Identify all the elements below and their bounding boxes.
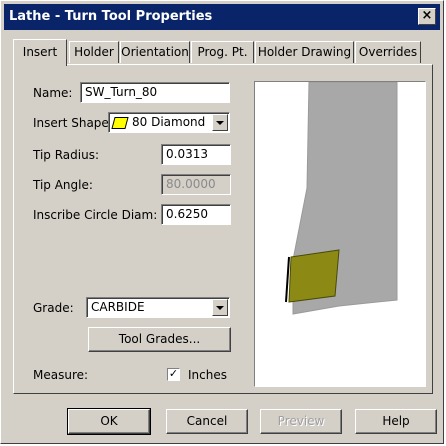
tip-radius-label: Tip Radius: — [33, 148, 100, 162]
inches-label: Inches — [188, 368, 227, 382]
chevron-down-icon[interactable] — [212, 299, 228, 316]
grade-label: Grade: — [33, 301, 74, 315]
name-label: Name: — [33, 86, 73, 100]
tip-angle-field: 80.0000 — [161, 174, 231, 195]
tab-prog-pt[interactable]: Prog. Pt. — [191, 41, 254, 63]
tab-insert[interactable]: Insert — [13, 39, 67, 66]
insert-shape-value: 80 Diamond — [132, 115, 206, 129]
tool-preview-drawing — [285, 81, 398, 315]
title-bar[interactable]: Lathe - Turn Tool Properties × — [4, 4, 440, 30]
diamond-swatch-icon — [111, 116, 129, 129]
insert-shape-label: Insert Shape: — [33, 116, 113, 130]
cancel-button[interactable]: Cancel — [166, 409, 248, 434]
tab-holder-drawing[interactable]: Holder Drawing — [255, 41, 354, 63]
close-button[interactable]: × — [418, 8, 436, 25]
window-title: Lathe - Turn Tool Properties — [9, 9, 213, 24]
tip-radius-field[interactable]: 0.0313 — [161, 144, 231, 165]
insert-panel: Name: SW_Turn_80 Insert Shape: 80 Diamon… — [13, 64, 433, 394]
tool-grades-button[interactable]: Tool Grades... — [88, 327, 231, 352]
inscribe-circle-field[interactable]: 0.6250 — [161, 204, 231, 225]
tab-orientation[interactable]: Orientation — [120, 41, 190, 63]
grade-dropdown[interactable]: CARBIDE — [86, 297, 230, 318]
preview-button: Preview — [260, 409, 342, 434]
help-button[interactable]: Help — [355, 409, 437, 434]
insert-edge — [285, 256, 290, 303]
chevron-down-icon[interactable] — [212, 114, 228, 131]
tab-holder[interactable]: Holder — [69, 41, 119, 63]
insert-shape — [288, 249, 340, 303]
tip-angle-label: Tip Angle: — [33, 178, 93, 192]
insert-shape-dropdown[interactable]: 80 Diamond — [108, 112, 230, 133]
dialog-window: Lathe - Turn Tool Properties × Insert Ho… — [0, 0, 444, 444]
tool-preview — [254, 81, 426, 387]
inscribe-circle-label: Inscribe Circle Diam: — [33, 208, 158, 222]
grade-value: CARBIDE — [91, 300, 145, 314]
ok-button[interactable]: OK — [67, 408, 151, 435]
inches-checkbox[interactable]: ✓ — [167, 368, 180, 381]
name-field[interactable]: SW_Turn_80 — [80, 82, 230, 103]
measure-label: Measure: — [33, 368, 89, 382]
tab-overrides[interactable]: Overrides — [355, 41, 421, 63]
